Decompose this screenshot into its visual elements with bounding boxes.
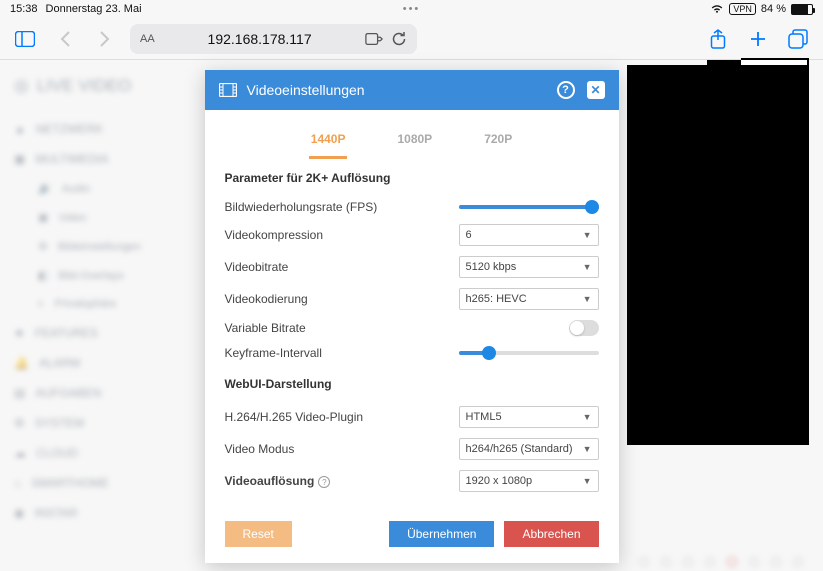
tabs-button[interactable] xyxy=(783,24,813,54)
vbr-toggle[interactable] xyxy=(569,320,599,336)
info-icon[interactable]: ? xyxy=(318,476,330,488)
battery-percent: 84 % xyxy=(761,3,786,15)
fps-slider[interactable] xyxy=(459,205,599,209)
multitask-dots[interactable]: ••• xyxy=(403,3,421,15)
close-button[interactable]: ✕ xyxy=(587,81,605,99)
tab-720p[interactable]: 720P xyxy=(482,124,514,159)
compression-select[interactable]: 6▼ xyxy=(459,224,599,246)
sidebar-toggle-button[interactable] xyxy=(10,24,40,54)
plugin-select[interactable]: HTML5▼ xyxy=(459,406,599,428)
wifi-icon xyxy=(710,4,724,14)
back-button[interactable] xyxy=(50,24,80,54)
compression-label: Videokompression xyxy=(225,228,459,242)
reset-button[interactable]: Reset xyxy=(225,521,292,547)
resolution-tabs: 1440P 1080P 720P xyxy=(225,124,599,159)
puzzle-icon[interactable] xyxy=(365,32,383,46)
tab-1080p[interactable]: 1080P xyxy=(395,124,434,159)
keyframe-slider[interactable] xyxy=(459,351,599,355)
bitrate-label: Videobitrate xyxy=(225,260,459,274)
cancel-button[interactable]: Abbrechen xyxy=(504,521,598,547)
mode-select[interactable]: h264/h265 (Standard)▼ xyxy=(459,438,599,460)
status-time: 15:38 xyxy=(10,3,38,15)
video-settings-modal: Videoeinstellungen ? ✕ 1440P 1080P 720P … xyxy=(205,70,619,563)
ipad-status-bar: 15:38 Donnerstag 23. Mai ••• VPN 84 % xyxy=(0,0,823,18)
plugin-label: H.264/H.265 Video-Plugin xyxy=(225,410,459,424)
vpn-badge: VPN xyxy=(729,3,756,15)
reload-icon[interactable] xyxy=(391,31,407,47)
text-size-button[interactable]: AA xyxy=(140,33,155,45)
section-heading-params: Parameter für 2K+ Auflösung xyxy=(225,171,599,185)
resolution-select[interactable]: 1920 x 1080p▼ xyxy=(459,470,599,492)
apply-button[interactable]: Übernehmen xyxy=(389,521,494,547)
new-tab-button[interactable] xyxy=(743,24,773,54)
mode-label: Video Modus xyxy=(225,442,459,456)
modal-title: Videoeinstellungen xyxy=(247,82,365,98)
modal-header: Videoeinstellungen ? ✕ xyxy=(205,70,619,110)
help-button[interactable]: ? xyxy=(557,81,575,99)
modal-overlay: Videoeinstellungen ? ✕ 1440P 1080P 720P … xyxy=(0,60,823,571)
share-button[interactable] xyxy=(703,24,733,54)
encoding-label: Videokodierung xyxy=(225,292,459,306)
encoding-select[interactable]: h265: HEVC▼ xyxy=(459,288,599,310)
keyframe-label: Keyframe-Intervall xyxy=(225,346,459,360)
url-text: 192.168.178.117 xyxy=(155,31,365,47)
tab-1440p[interactable]: 1440P xyxy=(309,124,348,159)
address-bar[interactable]: AA 192.168.178.117 xyxy=(130,24,417,54)
fps-label: Bildwiederholungsrate (FPS) xyxy=(225,200,459,214)
browser-toolbar: AA 192.168.178.117 xyxy=(0,18,823,60)
forward-button[interactable] xyxy=(90,24,120,54)
vbr-label: Variable Bitrate xyxy=(225,321,459,335)
bitrate-select[interactable]: 5120 kbps▼ xyxy=(459,256,599,278)
section-heading-webui: WebUI-Darstellung xyxy=(225,377,599,391)
resolution-label: Videoauflösung? xyxy=(225,474,459,489)
film-icon xyxy=(219,83,237,97)
battery-icon xyxy=(791,4,813,15)
status-date: Donnerstag 23. Mai xyxy=(46,3,142,15)
